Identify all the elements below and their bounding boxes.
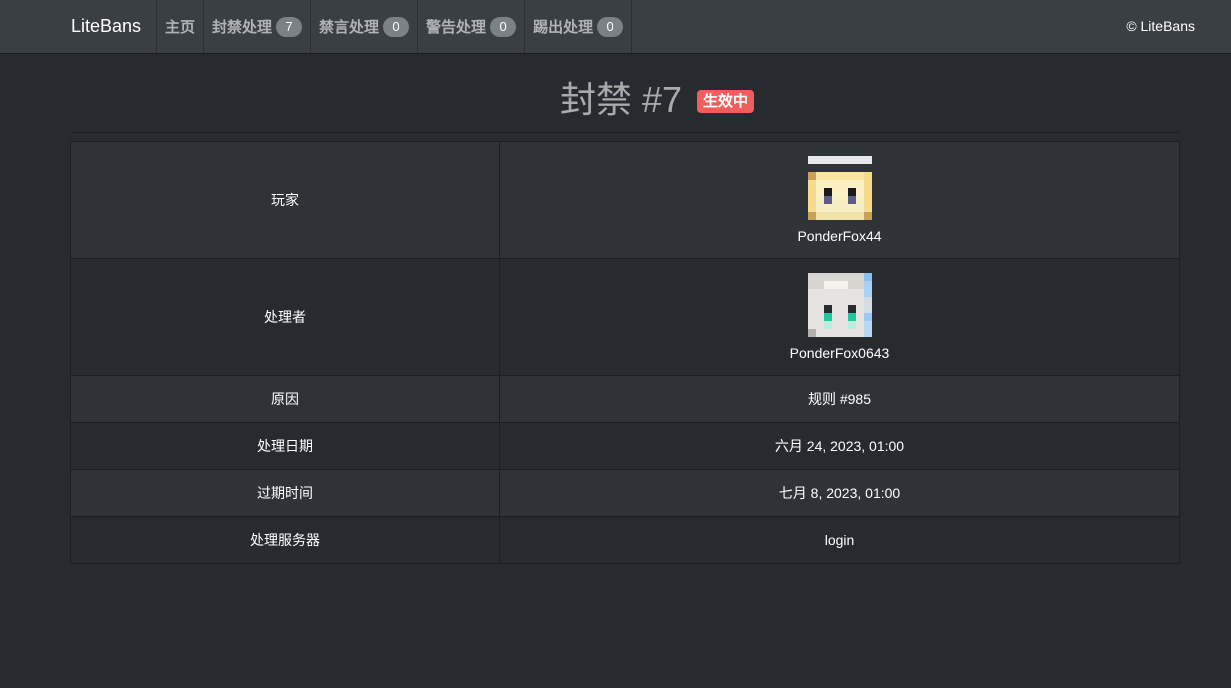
executor-skin-head-icon	[807, 273, 872, 337]
reason-label: 原因	[70, 375, 500, 423]
table-row: 处理日期 六月 24, 2023, 01:00	[70, 422, 1180, 470]
executor-cell: PonderFox0643	[499, 258, 1180, 376]
player-cell: PonderFox44	[499, 141, 1180, 259]
page-header: 封禁 #7 生效中	[71, 54, 1179, 133]
nav-item-label: 踢出处理	[533, 19, 594, 36]
table-row: 原因 规则 #985	[70, 375, 1180, 423]
punishment-details-table: 玩家 PonderFox44 处理者 PonderFox0643 原因 规则 #…	[70, 141, 1180, 564]
nav-item-home[interactable]: 主页	[156, 0, 203, 53]
server-label: 处理服务器	[70, 516, 500, 564]
reason-value: 规则 #985	[499, 375, 1180, 423]
count-badge: 0	[383, 16, 410, 37]
nav-item-label: 封禁处理	[212, 19, 273, 36]
executor-name: PonderFox0643	[789, 345, 890, 361]
executor-label: 处理者	[70, 258, 500, 376]
count-badge: 0	[597, 16, 624, 37]
nav-menu: 主页 封禁处理 7 禁言处理 0 警告处理 0 踢出处理 0	[156, 0, 633, 53]
nav-item-mutes[interactable]: 禁言处理 0	[310, 0, 417, 53]
brand-link[interactable]: LiteBans	[71, 0, 141, 53]
table-row: 玩家 PonderFox44	[70, 141, 1180, 259]
table-row: 处理者 PonderFox0643	[70, 258, 1180, 376]
expires-label: 过期时间	[70, 469, 500, 517]
player-name: PonderFox44	[797, 228, 882, 244]
nav-item-label: 禁言处理	[319, 19, 380, 36]
player-label: 玩家	[70, 141, 500, 259]
copyright-text: © LiteBans	[1126, 18, 1195, 34]
date-value: 六月 24, 2023, 01:00	[499, 422, 1180, 470]
nav-item-label: 警告处理	[426, 19, 487, 36]
status-badge: 生效中	[697, 89, 755, 113]
count-badge: 7	[276, 16, 303, 37]
page-title: 封禁 #7	[560, 79, 683, 120]
nav-item-warnings[interactable]: 警告处理 0	[417, 0, 524, 53]
table-row: 过期时间 七月 8, 2023, 01:00	[70, 469, 1180, 517]
player-skin-head-icon	[807, 156, 872, 220]
navbar: LiteBans 主页 封禁处理 7 禁言处理 0 警告处理 0 踢出处理 0 …	[0, 0, 1231, 54]
date-label: 处理日期	[70, 422, 500, 470]
count-badge: 0	[490, 16, 517, 37]
table-row: 处理服务器 login	[70, 516, 1180, 564]
expires-value: 七月 8, 2023, 01:00	[499, 469, 1180, 517]
executor-link[interactable]: PonderFox0643	[500, 273, 1179, 361]
nav-item-bans[interactable]: 封禁处理 7	[203, 0, 310, 53]
page-title-group: 封禁 #7 生效中	[560, 74, 755, 120]
server-value: login	[499, 516, 1180, 564]
nav-item-kicks[interactable]: 踢出处理 0	[524, 0, 633, 53]
player-link[interactable]: PonderFox44	[500, 156, 1179, 244]
nav-item-label: 主页	[165, 19, 196, 36]
